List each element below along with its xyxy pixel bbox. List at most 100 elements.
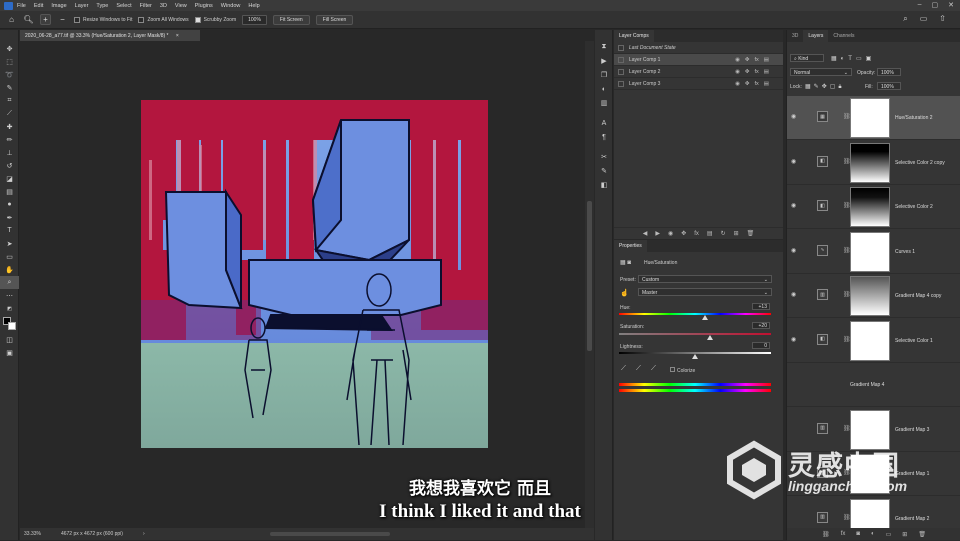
layer-comp-row[interactable]: Layer Comp 2 ◉ ✥ fx ▤	[614, 66, 783, 78]
visibility-icon[interactable]: ◉	[735, 57, 740, 63]
character-icon[interactable]: A	[595, 116, 613, 130]
menu-view[interactable]: View	[175, 3, 187, 9]
tab-layers[interactable]: Layers	[803, 30, 829, 42]
eraser-tool-icon[interactable]: ◪	[0, 172, 19, 185]
layer-row[interactable]: ◉ ▥ ⛓ Gradient Map 4 copy	[787, 274, 960, 318]
tab-layer-comps[interactable]: Layer Comps	[614, 30, 654, 42]
path-select-tool-icon[interactable]: ➤	[0, 237, 19, 250]
menu-type[interactable]: Type	[96, 3, 108, 9]
history-brush-tool-icon[interactable]: ↺	[0, 159, 19, 172]
menu-3d[interactable]: 3D	[160, 3, 167, 9]
menu-filter[interactable]: Filter	[140, 3, 152, 9]
layer-name[interactable]: Gradient Map 3	[895, 427, 929, 433]
tab-properties[interactable]: Properties	[614, 240, 647, 252]
status-arrow-icon[interactable]: ›	[143, 531, 145, 537]
new-comp-icon[interactable]: ⊞	[734, 230, 739, 237]
fx-icon[interactable]: fx	[755, 69, 759, 75]
document-tab[interactable]: 2020_06-28_a77.tif @ 33.3% (Hue/Saturati…	[20, 30, 200, 41]
lightness-value-field[interactable]: 0	[752, 342, 770, 349]
position-icon[interactable]: ✥	[745, 57, 750, 63]
update-smart-object-icon[interactable]: ▤	[707, 230, 713, 237]
crop-tool-icon[interactable]: ⌗	[0, 94, 19, 107]
tab-channels[interactable]: Channels	[828, 30, 859, 42]
layer-mask-thumbnail[interactable]	[850, 231, 890, 272]
targeted-adjust-icon[interactable]: ☝	[620, 289, 629, 297]
zoom-value-field[interactable]: 100%	[242, 14, 267, 25]
layer-mask-thumbnail[interactable]	[850, 187, 890, 227]
fill-field[interactable]: 100%	[877, 82, 901, 90]
layer-name[interactable]: Gradient Map 4	[850, 382, 884, 388]
menu-image[interactable]: Image	[51, 3, 66, 9]
visibility-eye-icon[interactable]: ◉	[791, 158, 796, 165]
layer-name[interactable]: Selective Color 2 copy	[895, 160, 945, 166]
gradient-tool-icon[interactable]: ▤	[0, 185, 19, 198]
hue-slider[interactable]	[619, 313, 771, 315]
scrollbar-thumb[interactable]	[587, 201, 592, 351]
menu-plugins[interactable]: Plugins	[195, 3, 213, 9]
last-document-state-row[interactable]: Last Document State	[614, 42, 783, 54]
layer-mask-thumbnail[interactable]	[850, 276, 890, 316]
saturation-value-field[interactable]: +20	[752, 322, 770, 329]
menu-edit[interactable]: Edit	[34, 3, 43, 9]
layer-comps-icon[interactable]: ❐	[595, 68, 613, 82]
visibility-eye-icon[interactable]: ◉	[791, 291, 796, 298]
rectangle-tool-icon[interactable]: ▭	[0, 250, 19, 263]
scrubby-zoom-checkbox[interactable]: Scrubby Zoom	[194, 16, 236, 23]
lasso-tool-icon[interactable]: ➰	[0, 68, 19, 81]
visibility-eye-icon[interactable]: ◉	[791, 113, 796, 120]
filter-kind-dropdown[interactable]: ⌕ Kind	[790, 54, 824, 62]
eyedropper-plus-icon[interactable]: ⟋	[636, 365, 641, 373]
adjustments-icon[interactable]: ◐	[595, 82, 613, 96]
visibility-eye-icon[interactable]: ◉	[791, 202, 796, 209]
menu-window[interactable]: Window	[221, 3, 241, 9]
layer-row[interactable]: ◉ ∿ ⛓ Curves 1	[787, 230, 960, 274]
maximize-icon[interactable]: ▢	[932, 1, 939, 9]
zoom-out-icon[interactable]: −	[57, 14, 68, 25]
quick-mask-icon[interactable]: ◫	[0, 333, 19, 346]
update-style-icon[interactable]: fx	[694, 231, 699, 237]
dodge-tool-icon[interactable]: ●	[0, 198, 19, 211]
tab-3d[interactable]: 3D	[787, 30, 803, 42]
layer-style-icon[interactable]: fx	[841, 531, 846, 537]
minimize-icon[interactable]: –	[918, 1, 922, 9]
eyedropper-minus-icon[interactable]: ⟋	[651, 365, 656, 373]
fit-screen-button[interactable]: Fit Screen	[272, 14, 310, 25]
eyedropper-tool-icon[interactable]: ⟋	[0, 107, 19, 120]
update-comp-icon[interactable]: ↻	[721, 230, 726, 237]
previous-comp-icon[interactable]: ◀	[643, 230, 648, 237]
healing-brush-tool-icon[interactable]: ✚	[0, 120, 19, 133]
artwork-canvas[interactable]	[141, 100, 488, 448]
layer-name[interactable]: Selective Color 2	[895, 204, 933, 210]
more-tools-icon[interactable]: ⋯	[0, 289, 19, 302]
zoom-tool-active-icon[interactable]: ⌕	[0, 276, 19, 289]
update-visibility-icon[interactable]: ◉	[668, 230, 673, 237]
history-icon[interactable]: ⧗	[595, 40, 613, 54]
search-icon[interactable]: ⌕	[903, 14, 907, 24]
opacity-field[interactable]: 100%	[877, 68, 901, 76]
move-tool-icon[interactable]: ✥	[0, 42, 19, 55]
link-layers-icon[interactable]: ⛓	[822, 531, 830, 538]
delete-comp-icon[interactable]: 🗑︎	[747, 230, 755, 237]
smart-object-icon[interactable]: ▤	[764, 69, 769, 75]
default-colors-icon[interactable]: ◩	[0, 302, 19, 315]
new-layer-icon[interactable]: ⊞	[902, 531, 907, 538]
fx-icon[interactable]: fx	[755, 57, 759, 63]
close-icon[interactable]: ✕	[948, 1, 954, 9]
color-swatches[interactable]	[0, 315, 19, 333]
zoom-readout[interactable]: 33.33%	[24, 531, 41, 537]
layer-row[interactable]: ◉ ◧ ⛓ Selective Color 1	[787, 319, 960, 363]
smart-object-icon[interactable]: ▤	[764, 57, 769, 63]
tools-preset-icon[interactable]: ✂	[595, 150, 613, 164]
preset-dropdown[interactable]: Custom ⌄	[638, 275, 772, 283]
menu-help[interactable]: Help	[248, 3, 259, 9]
colorize-checkbox[interactable]: Colorize	[670, 367, 695, 374]
screen-mode-icon[interactable]: ▣	[0, 346, 19, 359]
adjustment-layer-icon[interactable]: ◐	[871, 531, 875, 537]
update-position-icon[interactable]: ✥	[681, 230, 686, 237]
saturation-slider-knob[interactable]	[707, 335, 713, 340]
layer-comp-row[interactable]: Layer Comp 1 ◉ ✥ fx ▤	[614, 54, 783, 66]
layer-comp-row[interactable]: Layer Comp 3 ◉ ✥ fx ▤	[614, 78, 783, 90]
visibility-eye-icon[interactable]: ◉	[791, 336, 796, 343]
next-comp-icon[interactable]: ▶	[655, 230, 660, 237]
zoom-in-icon[interactable]: +	[40, 14, 51, 25]
